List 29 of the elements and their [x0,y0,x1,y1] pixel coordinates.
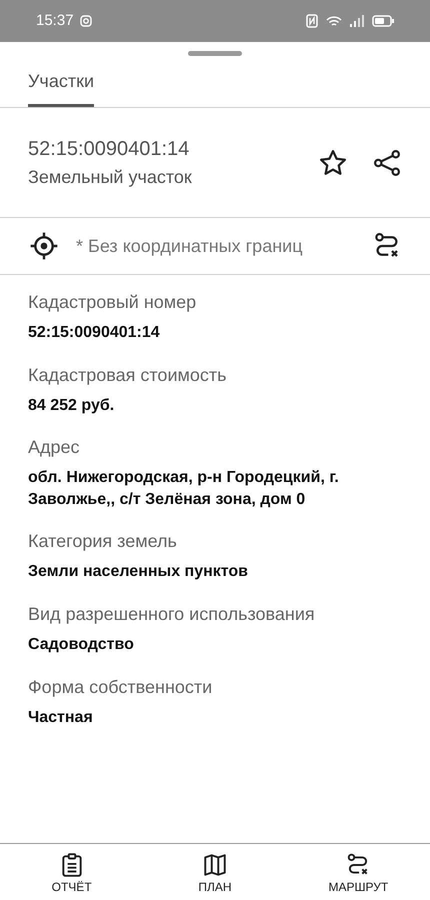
signal-icon [350,15,364,27]
field-label: Адрес [28,436,81,460]
nav-button[interactable]: ОТЧЁТ [16,852,127,896]
parcel-type: Земельный участок [28,166,193,189]
drag-handle[interactable] [188,51,242,56]
coordinates-note: * Без координатных границ [76,234,304,258]
nav-button[interactable]: ПЛАН [160,852,270,896]
field-label: Категория земель [28,530,178,554]
field-value: Земли населенных пунктов [28,562,250,582]
field-label: Кадастровый номер [28,291,198,314]
field-value: Садоводство [28,634,135,655]
wifi-icon [326,14,342,28]
tab[interactable]: Участки [28,60,94,107]
map-icon [202,852,228,878]
clock: 15:37 [36,10,74,31]
field-label: Форма собственности [28,676,214,699]
nav-button[interactable]: МАРШРУТ [303,852,414,896]
nfc-icon [306,14,318,28]
field-label: Кадастровая стоимость [28,364,228,387]
camera-icon [80,15,92,27]
field-value: 52:15:0090401:14 [28,323,161,343]
field-value: Частная [28,708,94,728]
parcel-number: 52:15:0090401:14 [28,137,190,162]
battery-icon [372,15,394,27]
crosshair-icon [28,230,60,262]
field-label: Вид разрешенного использования [28,602,316,626]
field-value: обл. Нижегородская, р-н Городецкий, г. Заволжье,, с/т Зелёная зона, дом 0 [28,468,340,510]
field-value: 84 252 руб. [28,396,116,416]
share-icon [372,148,402,178]
